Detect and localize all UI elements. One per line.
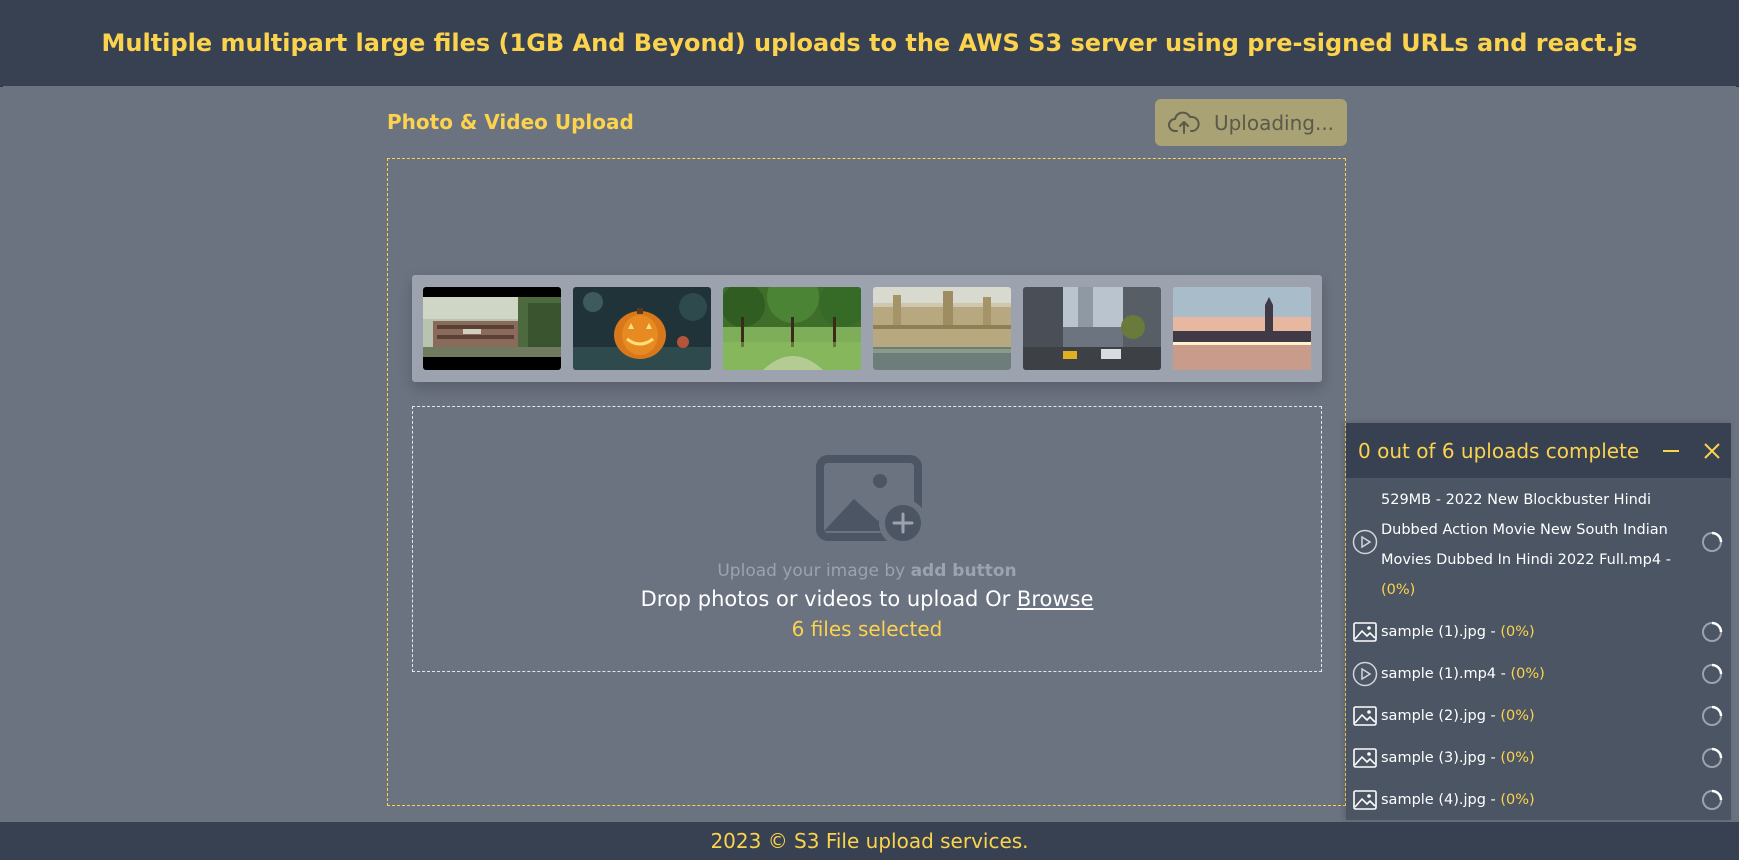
browse-link[interactable]: Browse bbox=[1017, 587, 1093, 611]
upload-hint: Upload your image by add button bbox=[413, 561, 1321, 581]
upload-panel-title: 0 out of 6 uploads complete bbox=[1358, 439, 1640, 463]
upload-item-name-line: 529MB - 2022 New Blockbuster Hindi bbox=[1381, 492, 1652, 508]
upload-item: sample (3).jpg - (0%) bbox=[1346, 743, 1731, 773]
upload-panel-header: 0 out of 6 uploads complete bbox=[1346, 423, 1731, 478]
image-icon bbox=[1353, 706, 1377, 726]
upload-item-name: sample (3).jpg - bbox=[1381, 750, 1496, 766]
loading-spinner-icon bbox=[1702, 705, 1723, 726]
files-selected-count: 6 files selected bbox=[791, 617, 943, 641]
image-thumbnail-parliament[interactable] bbox=[873, 287, 1011, 370]
drop-zone[interactable]: Upload your image by add button Drop pho… bbox=[412, 406, 1322, 672]
upload-item-name: sample (4).jpg - bbox=[1381, 792, 1496, 808]
drop-instructions: Drop photos or videos to upload Or Brows… bbox=[413, 587, 1321, 611]
loading-spinner-icon bbox=[1702, 789, 1723, 810]
upload-item: sample (1).jpg - (0%) bbox=[1346, 617, 1731, 647]
app-header: Multiple multipart large files (1GB And … bbox=[0, 0, 1739, 87]
add-image-icon bbox=[816, 455, 927, 547]
loading-spinner-icon bbox=[1702, 663, 1723, 684]
upload-progress-panel: 0 out of 6 uploads complete 529MB - 2022… bbox=[1346, 423, 1731, 820]
upload-item: 529MB - 2022 New Blockbuster Hindi Dubbe… bbox=[1346, 485, 1731, 605]
upload-item-name-line: Dubbed Action Movie New South Indian bbox=[1381, 522, 1668, 538]
loading-spinner-icon bbox=[1702, 747, 1723, 768]
page-title: Multiple multipart large files (1GB And … bbox=[101, 29, 1638, 57]
video-play-icon bbox=[1352, 661, 1378, 687]
image-thumbnail-park[interactable] bbox=[723, 287, 861, 370]
image-icon bbox=[1353, 748, 1377, 768]
upload-item-progress: (0%) bbox=[1500, 624, 1535, 640]
upload-hint-text: Upload your image by bbox=[717, 561, 906, 581]
upload-item: sample (1).mp4 - (0%) bbox=[1346, 659, 1731, 689]
upload-item-name: sample (2).jpg - bbox=[1381, 708, 1496, 724]
upload-hint-bold: add button bbox=[910, 561, 1017, 581]
upload-button[interactable]: Uploading... bbox=[1155, 99, 1347, 146]
upload-item: sample (4).jpg - (0%) bbox=[1346, 785, 1731, 815]
footer-text: 2023 © S3 File upload services. bbox=[710, 829, 1029, 853]
upload-item-progress: (0%) bbox=[1500, 708, 1535, 724]
upload-item-progress: (0%) bbox=[1381, 582, 1416, 598]
cloud-upload-icon bbox=[1167, 111, 1200, 134]
upload-item-progress: (0%) bbox=[1500, 792, 1535, 808]
upload-button-label: Uploading... bbox=[1213, 110, 1335, 135]
upload-item-name-line: Movies Dubbed In Hindi 2022 Full.mp4 - bbox=[1381, 552, 1671, 568]
upload-item: sample (2).jpg - (0%) bbox=[1346, 701, 1731, 731]
upload-item-name: sample (1).mp4 - bbox=[1381, 666, 1506, 682]
minimize-icon[interactable] bbox=[1661, 441, 1681, 461]
close-icon[interactable] bbox=[1702, 441, 1722, 461]
image-thumbnail-street[interactable] bbox=[1023, 287, 1161, 370]
image-icon bbox=[1353, 622, 1377, 642]
video-thumbnail-building[interactable] bbox=[423, 287, 561, 370]
section-title: Photo & Video Upload bbox=[387, 110, 634, 134]
upload-item-name: sample (1).jpg - bbox=[1381, 624, 1496, 640]
upload-item-progress: (0%) bbox=[1500, 750, 1535, 766]
upload-item-progress: (0%) bbox=[1510, 666, 1545, 682]
thumbnail-strip bbox=[412, 275, 1322, 382]
drop-instructions-text: Drop photos or videos to upload Or bbox=[640, 587, 1011, 611]
loading-spinner-icon bbox=[1702, 621, 1723, 642]
video-play-icon bbox=[1352, 529, 1378, 555]
image-thumbnail-pumpkin[interactable] bbox=[573, 287, 711, 370]
app-footer: 2023 © S3 File upload services. bbox=[0, 822, 1739, 860]
image-thumbnail-bigben[interactable] bbox=[1173, 287, 1311, 370]
loading-spinner-icon bbox=[1702, 531, 1723, 552]
image-icon bbox=[1353, 790, 1377, 810]
